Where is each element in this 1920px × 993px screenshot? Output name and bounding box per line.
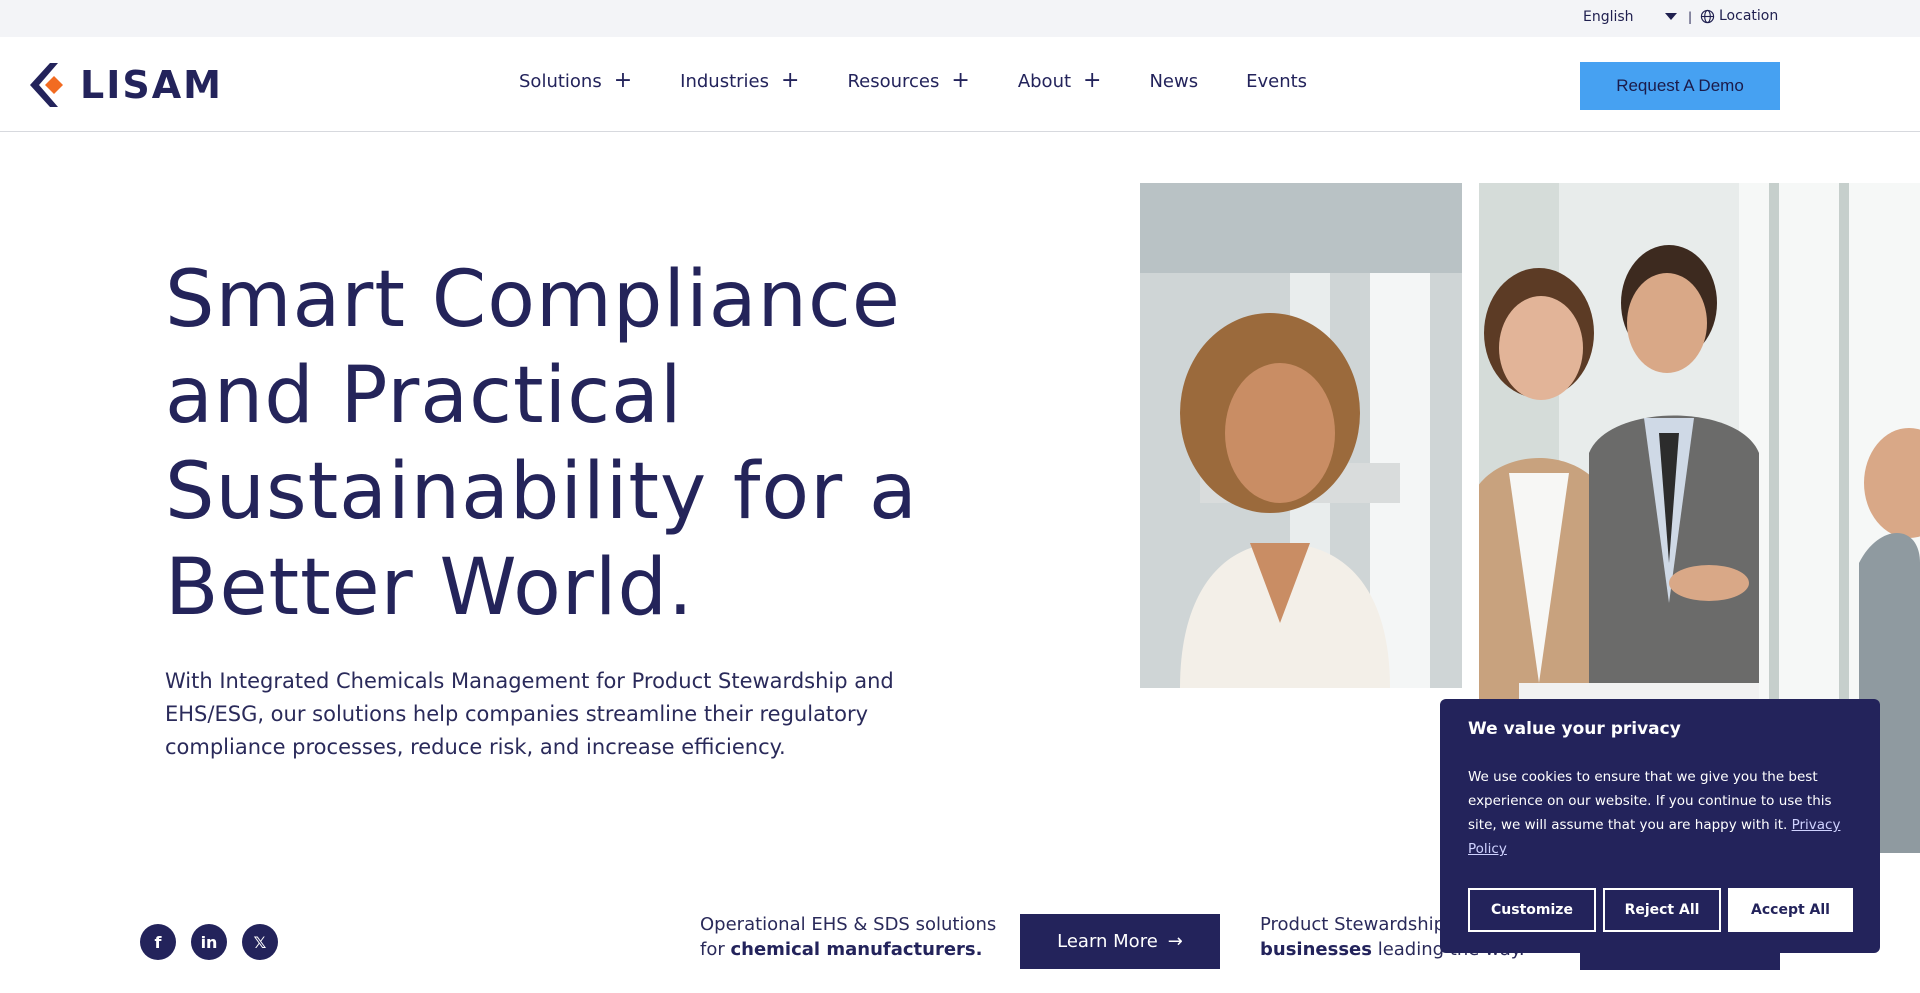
nav-label: News — [1149, 70, 1199, 92]
learn-more-label: Learn More — [1057, 931, 1158, 952]
accept-all-button[interactable]: Accept All — [1728, 888, 1853, 932]
facebook-icon[interactable]: f — [140, 924, 176, 960]
nav-events[interactable]: Events — [1246, 71, 1307, 92]
nav-label: About — [1017, 70, 1072, 92]
cookie-title: We value your privacy — [1468, 719, 1681, 739]
request-demo-button[interactable]: Request A Demo — [1580, 62, 1780, 110]
promo-bold: businesses — [1260, 939, 1372, 960]
logo-text: LISAM — [80, 63, 223, 107]
lisam-logo-mark — [30, 63, 63, 107]
chevron-down-icon[interactable] — [1665, 13, 1677, 20]
nav-label: Events — [1246, 70, 1308, 92]
plus-icon: + — [613, 68, 633, 93]
hero-photo-woman — [1140, 183, 1462, 688]
reject-all-button[interactable]: Reject All — [1603, 888, 1721, 932]
cookie-body: We use cookies to ensure that we give yo… — [1468, 765, 1853, 861]
plus-icon: + — [781, 68, 800, 93]
plus-icon: + — [1083, 68, 1102, 93]
divider: | — [1688, 10, 1693, 24]
promo-chemical-manufacturers: Operational EHS & SDS solutions for chem… — [700, 912, 1000, 962]
nav-label: Resources — [847, 70, 940, 92]
utility-bar: English | Location — [0, 0, 1920, 37]
hero-subtitle: With Integrated Chemicals Management for… — [165, 669, 894, 759]
customize-button[interactable]: Customize — [1468, 888, 1596, 932]
arrow-right-icon: → — [1167, 931, 1183, 952]
learn-more-button[interactable]: Learn More → — [1020, 914, 1220, 969]
location-label: Location — [1719, 8, 1779, 24]
location-link[interactable]: Location — [1700, 8, 1778, 24]
cookie-consent-panel: We value your privacy We use cookies to … — [1440, 699, 1880, 953]
nav-label: Solutions — [519, 70, 602, 92]
social-links: f in 𝕏 — [140, 924, 278, 960]
plus-icon: + — [951, 68, 970, 93]
logo[interactable]: LISAM — [28, 61, 223, 109]
site-header: LISAM Solutions + Industries + Resources… — [0, 37, 1920, 132]
hero-title: Smart Compliance and Practical Sustainab… — [165, 255, 918, 633]
promo-bold: chemical manufacturers. — [730, 939, 983, 960]
nav-solutions[interactable]: Solutions + — [519, 70, 632, 92]
main-nav: Solutions + Industries + Resources + Abo… — [519, 70, 1355, 92]
globe-icon — [1700, 9, 1715, 23]
linkedin-icon[interactable]: in — [191, 924, 227, 960]
language-selector[interactable]: English — [1583, 9, 1634, 25]
nav-label: Industries — [680, 70, 769, 92]
nav-resources[interactable]: Resources + — [847, 70, 969, 92]
nav-about[interactable]: About + — [1018, 70, 1102, 92]
nav-industries[interactable]: Industries + — [680, 70, 799, 92]
nav-news[interactable]: News — [1149, 71, 1198, 92]
x-icon[interactable]: 𝕏 — [242, 924, 278, 960]
promo-text: Product Stewardship — [1260, 914, 1446, 935]
cookie-text: We use cookies to ensure that we give yo… — [1468, 769, 1832, 833]
